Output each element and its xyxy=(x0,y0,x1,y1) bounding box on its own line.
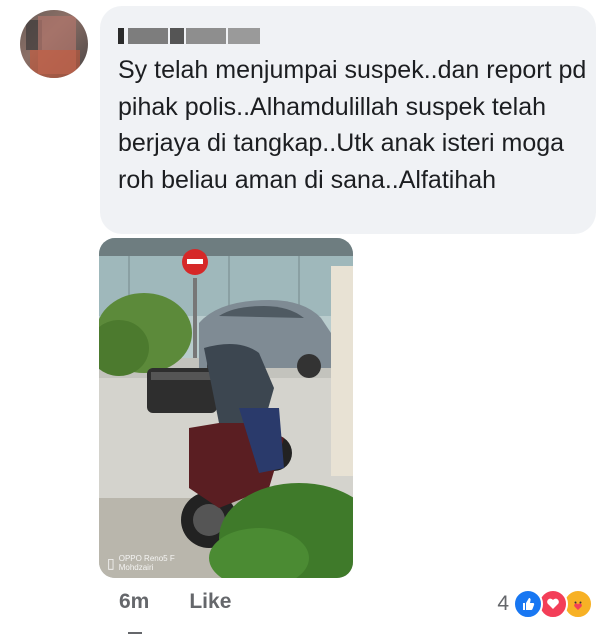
watermark-author: Mohdzairi xyxy=(118,563,154,572)
comment-timestamp[interactable]: 6m xyxy=(119,590,149,614)
comment-text: Sy telah menjumpai suspek..dan report pd… xyxy=(118,56,587,194)
like-button[interactable]: Like xyxy=(189,590,231,614)
avatar[interactable] xyxy=(20,10,88,78)
redacted-author-name[interactable] xyxy=(118,28,268,44)
motorcycle-photo-illustration xyxy=(99,238,353,578)
like-icon xyxy=(513,589,543,619)
watermark-device: OPPO Reno5 F xyxy=(118,554,175,563)
comment-photo[interactable]: ▯ OPPO Reno5 F Mohdzairi xyxy=(99,238,353,578)
reaction-summary[interactable]: 4 xyxy=(497,589,593,619)
cropped-reply-indicator xyxy=(128,632,142,642)
comment-bubble: Sy telah menjumpai suspek..dan report pd… xyxy=(100,6,596,234)
reaction-count: 4 xyxy=(497,592,509,615)
comment-actions: 6m Like xyxy=(119,590,231,614)
camera-brand-icon: ▯ xyxy=(107,554,115,571)
photo-watermark: ▯ OPPO Reno5 F Mohdzairi xyxy=(107,554,175,572)
